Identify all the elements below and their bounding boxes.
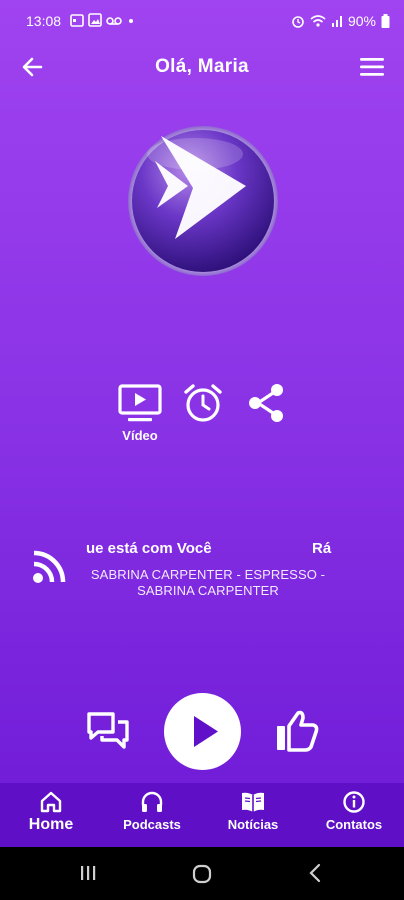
nav-contatos[interactable]: Contatos [318,791,390,832]
thumbs-up-icon [277,710,319,752]
bottom-navigation: Home Podcasts Notícias Contatos [0,783,404,847]
battery-percentage: 90% [347,13,376,29]
tv-play-icon [118,384,162,422]
nav-podcasts[interactable]: Podcasts [114,791,190,832]
alarm-clock-icon [184,384,222,422]
home-system-button[interactable] [191,863,213,890]
nav-home[interactable]: Home [22,791,80,834]
chat-button[interactable] [86,710,130,752]
signal-icon [331,16,342,27]
photo-icon [88,13,102,27]
battery-icon [381,14,390,28]
ticker-text: ue está com Você [86,540,212,557]
home-circle-icon [192,864,212,884]
nav-noticias-label: Notícias [227,817,279,832]
program-ticker: ue está com Você Rá [86,540,332,560]
nav-podcasts-label: Podcasts [123,817,181,832]
wifi-icon [310,15,326,27]
headphones-icon [141,791,163,812]
alarm-button[interactable] [182,382,224,424]
nav-home-label: Home [28,816,74,833]
like-button[interactable] [274,709,320,753]
calendar-icon [70,14,84,27]
info-icon [343,791,365,813]
chevron-left-icon [309,863,321,883]
track-info: SABRINA CARPENTER - ESPRESSO - SABRINA C… [90,567,326,598]
dot-icon [129,19,133,23]
play-icon [194,716,218,747]
action-row: Vídeo [0,380,404,450]
menu-button[interactable] [358,55,386,79]
status-system-icons: 90% [291,13,390,29]
share-icon [249,384,283,422]
system-back-button[interactable] [306,863,326,888]
app-screen: 13:08 90% Olá, Maria Vídeo ue está com V… [0,0,404,900]
nav-contatos-label: Contatos [325,817,383,832]
ticker-text-next: Rá [312,540,332,557]
status-time: 13:08 [26,13,62,29]
status-bar: 13:08 90% [0,0,404,40]
chat-icon [87,712,129,749]
system-navigation-bar [0,847,404,900]
video-button[interactable]: Vídeo [116,380,164,443]
page-title: Olá, Maria [155,56,249,77]
app-header: Olá, Maria [0,44,404,90]
hamburger-icon [360,58,384,76]
player-controls [0,693,404,773]
nav-noticias[interactable]: Notícias [220,791,286,832]
recent-apps-button[interactable] [78,863,98,888]
rss-feed-icon [33,550,66,583]
share-button[interactable] [246,382,286,424]
play-button[interactable] [164,693,241,770]
recent-apps-icon [81,866,96,880]
video-label: Vídeo [122,428,158,443]
voicemail-icon [106,17,122,25]
book-icon [242,792,264,812]
home-icon [40,791,62,813]
station-logo [113,126,293,276]
now-playing: ue está com Você Rá SABRINA CARPENTER - … [0,530,404,610]
status-notification-icons [70,13,136,27]
alarm-icon [292,16,304,28]
